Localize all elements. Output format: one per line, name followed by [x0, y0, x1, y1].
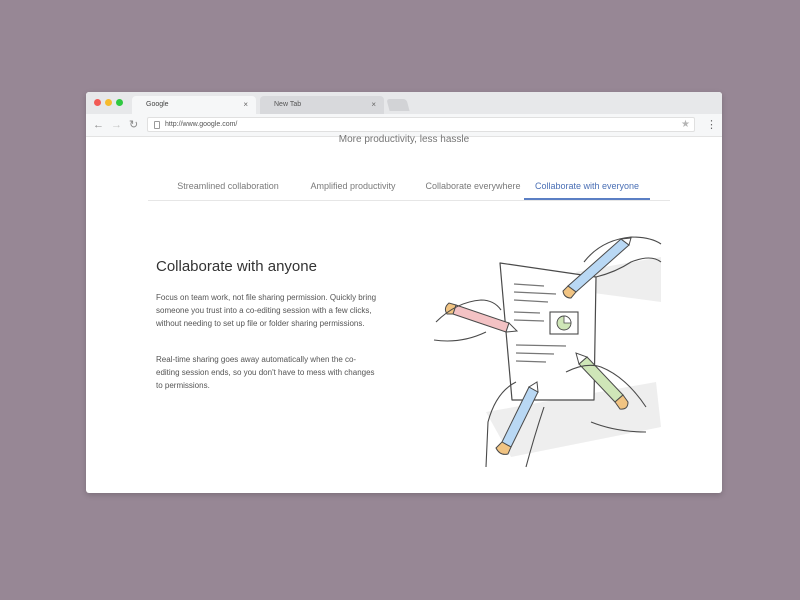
tab-collaborate-with-everyone[interactable]: Collaborate with everyone [524, 174, 650, 200]
section-paragraph: Real-time sharing goes away automaticall… [156, 355, 375, 390]
page-subtitle: More productivity, less hassle [338, 134, 470, 145]
close-window-button[interactable] [94, 99, 101, 106]
section-heading: Collaborate with anyone [156, 258, 317, 275]
browser-tab-google[interactable]: Google × [132, 96, 256, 114]
tab-strip: Google × New Tab × [86, 92, 722, 114]
tab-amplified-productivity[interactable]: Amplified productivity [298, 174, 408, 200]
close-tab-icon[interactable]: × [371, 96, 376, 114]
browser-tab-title: New Tab [274, 101, 302, 108]
address-url[interactable]: http://www.google.com/ [165, 118, 237, 132]
page-content: More productivity, less hassle Streamlin… [86, 134, 722, 493]
browser-menu-icon[interactable]: ⋮ [706, 118, 717, 132]
tab-collaborate-everywhere[interactable]: Collaborate everywhere [418, 174, 528, 200]
maximize-window-button[interactable] [116, 99, 123, 106]
new-tab-button[interactable] [386, 99, 410, 111]
page-icon [154, 121, 160, 129]
bookmark-star-icon[interactable]: ★ [681, 118, 690, 132]
section-paragraph: Focus on team work, not file sharing per… [156, 293, 377, 328]
address-bar[interactable]: http://www.google.com/ ★ [147, 117, 695, 132]
collaboration-illustration [433, 236, 662, 468]
reload-icon[interactable]: ↻ [129, 118, 138, 132]
back-arrow-icon[interactable]: ← [93, 118, 104, 132]
minimize-window-button[interactable] [105, 99, 112, 106]
forward-arrow-icon[interactable]: → [111, 118, 122, 132]
feature-tabs: Streamlined collaboration Amplified prod… [148, 174, 670, 201]
close-tab-icon[interactable]: × [243, 96, 248, 114]
tab-streamlined-collaboration[interactable]: Streamlined collaboration [168, 174, 288, 200]
browser-window: Google × New Tab × ← → ↻ http://www.goog… [86, 92, 722, 493]
browser-tab-new-tab[interactable]: New Tab × [260, 96, 384, 114]
browser-tab-title: Google [146, 101, 169, 108]
